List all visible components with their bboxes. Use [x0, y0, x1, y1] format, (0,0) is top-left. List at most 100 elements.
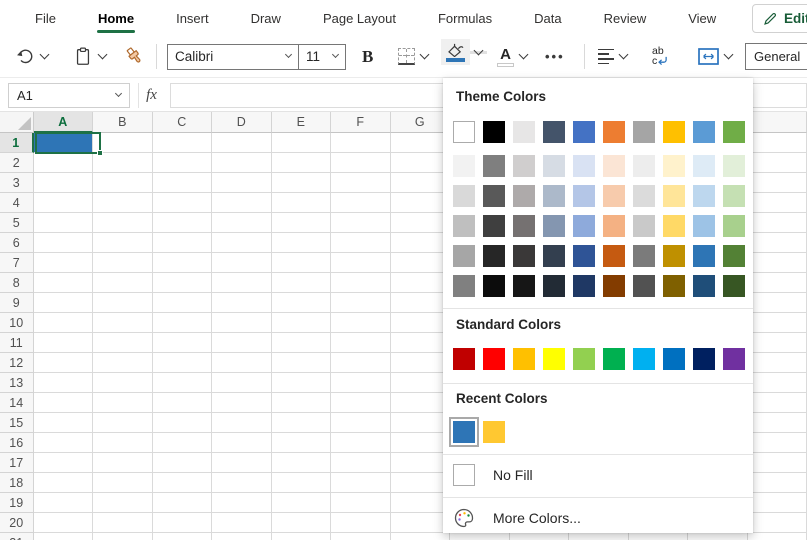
cell-B3[interactable] — [93, 173, 153, 193]
cell-D14[interactable] — [212, 393, 272, 413]
cell-A19[interactable] — [34, 493, 94, 513]
theme-variant-1-8[interactable] — [693, 185, 715, 207]
standard-color-9[interactable] — [723, 348, 745, 370]
cell-A11[interactable] — [34, 333, 94, 353]
cell-partial[interactable] — [748, 433, 807, 453]
cell-F6[interactable] — [331, 233, 391, 253]
row-header-6[interactable]: 6 — [0, 233, 34, 253]
cell-A15[interactable] — [34, 413, 94, 433]
cell-G13[interactable] — [391, 373, 451, 393]
merge-cells-chevron[interactable] — [724, 50, 734, 60]
cell-E13[interactable] — [272, 373, 332, 393]
cell-partial[interactable] — [748, 373, 807, 393]
theme-variant-1-1[interactable] — [483, 185, 505, 207]
theme-variant-0-7[interactable] — [663, 155, 685, 177]
theme-variant-4-8[interactable] — [693, 275, 715, 297]
column-header-D[interactable]: D — [212, 112, 272, 133]
font-color-button[interactable]: A — [497, 36, 527, 77]
select-all-corner[interactable] — [0, 112, 34, 133]
theme-variant-2-4[interactable] — [573, 215, 595, 237]
cell-E12[interactable] — [272, 353, 332, 373]
cell-B19[interactable] — [93, 493, 153, 513]
cell-E18[interactable] — [272, 473, 332, 493]
cell-G5[interactable] — [391, 213, 451, 233]
cell-B7[interactable] — [93, 253, 153, 273]
cell-E6[interactable] — [272, 233, 332, 253]
cell-C4[interactable] — [153, 193, 213, 213]
theme-variant-3-4[interactable] — [573, 245, 595, 267]
paste-button[interactable] — [73, 36, 106, 77]
theme-variant-1-0[interactable] — [453, 185, 475, 207]
cell-K21[interactable] — [629, 533, 689, 540]
cell-D16[interactable] — [212, 433, 272, 453]
recent-color-0[interactable] — [453, 421, 475, 443]
undo-button[interactable] — [14, 36, 48, 77]
menu-tab-view[interactable]: View — [667, 2, 737, 34]
alignment-button[interactable] — [598, 36, 627, 77]
cell-C13[interactable] — [153, 373, 213, 393]
cell-G15[interactable] — [391, 413, 451, 433]
theme-variant-0-5[interactable] — [603, 155, 625, 177]
row-header-1[interactable]: 1 — [0, 133, 34, 153]
cell-G17[interactable] — [391, 453, 451, 473]
theme-variant-3-8[interactable] — [693, 245, 715, 267]
cell-D1[interactable] — [212, 133, 272, 153]
insert-function-button[interactable]: fx — [138, 83, 164, 108]
cell-A12[interactable] — [34, 353, 94, 373]
cell-B12[interactable] — [93, 353, 153, 373]
alignment-chevron[interactable] — [619, 50, 629, 60]
theme-color-9[interactable] — [723, 121, 745, 143]
theme-color-7[interactable] — [663, 121, 685, 143]
theme-variant-1-3[interactable] — [543, 185, 565, 207]
column-header-B[interactable]: B — [93, 112, 153, 133]
no-fill-option[interactable]: No Fill — [453, 462, 533, 488]
theme-color-4[interactable] — [573, 121, 595, 143]
cell-partial[interactable] — [748, 453, 807, 473]
cell-C1[interactable] — [153, 133, 213, 153]
number-format-select[interactable]: General — [745, 43, 807, 70]
standard-color-7[interactable] — [663, 348, 685, 370]
cell-G2[interactable] — [391, 153, 451, 173]
cell-partial[interactable] — [748, 313, 807, 333]
cell-L21[interactable] — [688, 533, 748, 540]
cell-A14[interactable] — [34, 393, 94, 413]
cell-F1[interactable] — [331, 133, 391, 153]
cell-E17[interactable] — [272, 453, 332, 473]
cell-D3[interactable] — [212, 173, 272, 193]
row-header-10[interactable]: 10 — [0, 313, 34, 333]
cell-D21[interactable] — [212, 533, 272, 540]
cell-D7[interactable] — [212, 253, 272, 273]
row-header-19[interactable]: 19 — [0, 493, 34, 513]
cell-C20[interactable] — [153, 513, 213, 533]
cell-partial[interactable] — [748, 173, 807, 193]
cell-C15[interactable] — [153, 413, 213, 433]
row-header-14[interactable]: 14 — [0, 393, 34, 413]
cell-E15[interactable] — [272, 413, 332, 433]
theme-variant-4-6[interactable] — [633, 275, 655, 297]
cell-G11[interactable] — [391, 333, 451, 353]
cell-D17[interactable] — [212, 453, 272, 473]
cell-A1[interactable] — [34, 133, 94, 153]
column-header-F[interactable]: F — [331, 112, 391, 133]
cell-D5[interactable] — [212, 213, 272, 233]
theme-variant-2-0[interactable] — [453, 215, 475, 237]
cell-G16[interactable] — [391, 433, 451, 453]
cell-G9[interactable] — [391, 293, 451, 313]
cell-A18[interactable] — [34, 473, 94, 493]
theme-variant-2-6[interactable] — [633, 215, 655, 237]
menu-tab-data[interactable]: Data — [513, 2, 582, 34]
cell-C3[interactable] — [153, 173, 213, 193]
name-box[interactable]: A1 — [8, 83, 130, 108]
paste-dropdown-chevron[interactable] — [98, 50, 108, 60]
cell-A2[interactable] — [34, 153, 94, 173]
cell-D15[interactable] — [212, 413, 272, 433]
theme-variant-4-0[interactable] — [453, 275, 475, 297]
theme-variant-4-5[interactable] — [603, 275, 625, 297]
theme-variant-3-1[interactable] — [483, 245, 505, 267]
theme-variant-0-2[interactable] — [513, 155, 535, 177]
cell-C7[interactable] — [153, 253, 213, 273]
undo-dropdown-chevron[interactable] — [40, 50, 50, 60]
cell-F12[interactable] — [331, 353, 391, 373]
row-header-15[interactable]: 15 — [0, 413, 34, 433]
cell-G18[interactable] — [391, 473, 451, 493]
